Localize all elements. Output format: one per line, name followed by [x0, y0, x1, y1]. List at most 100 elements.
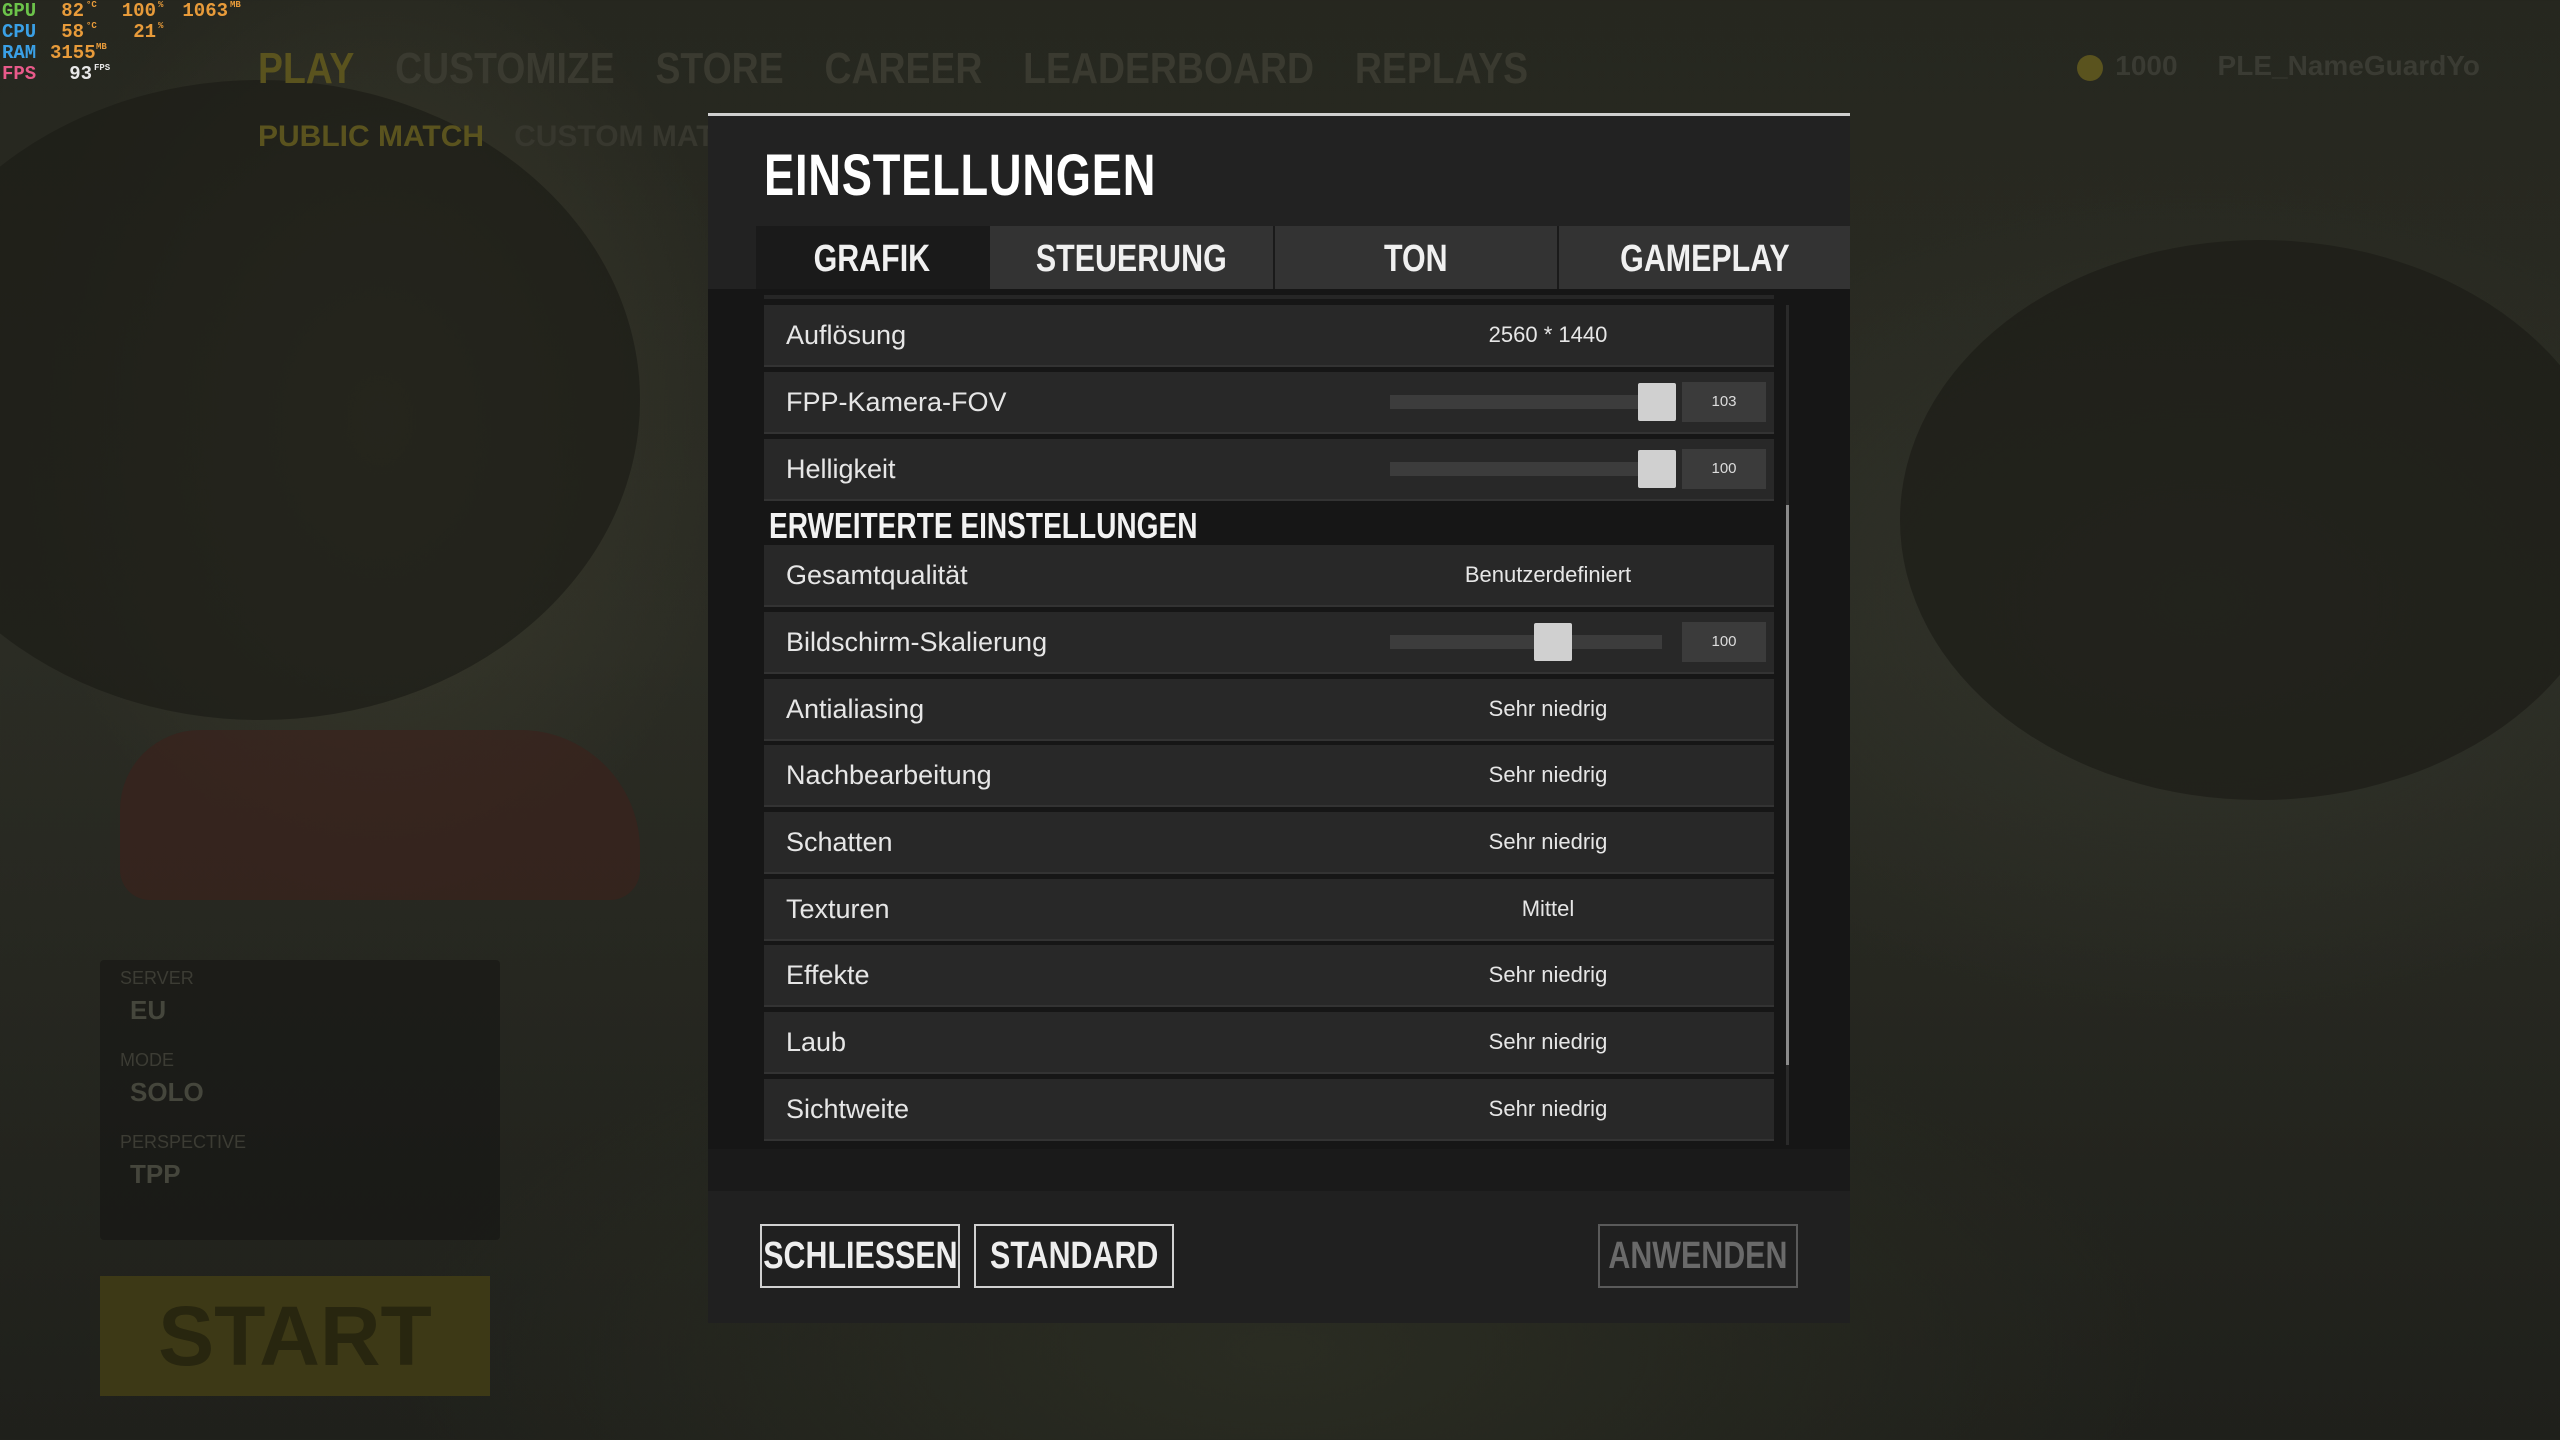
background-car	[120, 730, 640, 900]
tab-gameplay[interactable]: GAMEPLAY	[1559, 226, 1850, 292]
perspective-label: PERSPECTIVE	[120, 1132, 247, 1152]
hud-cpu-load-unit: %	[158, 21, 164, 31]
settings-tabs: GRAFIK STEUERUNG TON GAMEPLAY	[756, 226, 1850, 292]
fov-slider-knob[interactable]	[1637, 383, 1676, 421]
hud-cpu-temp-unit: °C	[86, 21, 97, 31]
antialiasing-selector[interactable]: Sehr niedrig	[1418, 679, 1678, 739]
effects-selector[interactable]: Sehr niedrig	[1418, 945, 1678, 1005]
subnav-public-match[interactable]: PUBLIC MATCH	[258, 120, 484, 154]
brightness-value-field[interactable]: 100	[1682, 449, 1766, 489]
setting-row-shadows: Schatten Sehr niedrig	[764, 812, 1774, 874]
hud-ram-value: 3155	[50, 42, 96, 64]
setting-label: Sichtweite	[786, 1094, 910, 1124]
dialog-footer: SCHLIESSEN STANDARD ANWENDEN	[708, 1191, 1850, 1323]
setting-row-postprocessing: Nachbearbeitung Sehr niedrig	[764, 745, 1774, 807]
hud-gpu-mem: 1063	[182, 0, 228, 22]
account-area: 1000 PLE_NameGuardYo	[2077, 50, 2480, 82]
coin-icon	[2077, 54, 2104, 81]
nav-customize[interactable]: CUSTOMIZE	[395, 44, 615, 94]
textures-selector[interactable]: Mittel	[1418, 879, 1678, 939]
hud-ram-label: RAM	[2, 42, 37, 64]
setting-label: Antialiasing	[786, 694, 925, 724]
screen-scale-slider[interactable]	[1390, 623, 1662, 661]
setting-label: Bildschirm-Skalierung	[786, 627, 1048, 657]
hud-gpu-row: GPU 82 °C 100 % 1063 MB	[2, 0, 256, 22]
tab-grafik[interactable]: GRAFIK	[756, 226, 990, 292]
view-distance-selector[interactable]: Sehr niedrig	[1418, 1079, 1678, 1139]
setting-label: Effekte	[786, 960, 870, 990]
setting-label: Auflösung	[786, 320, 907, 350]
close-button[interactable]: SCHLIESSEN	[760, 1224, 960, 1288]
hud-cpu-row: CPU 58 °C 21 %	[2, 21, 256, 43]
advanced-settings-heading: ERWEITERTE EINSTELLUNGEN	[769, 505, 1198, 546]
scrollbar-thumb[interactable]	[1786, 505, 1789, 1065]
setting-row-resolution: Auflösung 2560 * 1440	[764, 305, 1774, 367]
setting-label: Helligkeit	[786, 454, 896, 484]
start-button[interactable]: START	[100, 1276, 490, 1396]
server-value[interactable]: EU	[100, 989, 500, 1042]
hud-gpu-load: 100	[121, 0, 156, 22]
hud-fps-row: FPS 93 FPS	[2, 63, 256, 85]
hud-fps-unit: FPS	[94, 63, 111, 73]
tab-steuerung[interactable]: STEUERUNG	[990, 226, 1275, 292]
background-tree	[1900, 240, 2560, 800]
fov-value-field[interactable]: 103	[1682, 382, 1766, 422]
hud-ram-unit: MB	[96, 42, 107, 52]
tab-ton[interactable]: TON	[1275, 226, 1559, 292]
hud-gpu-load-unit: %	[158, 0, 164, 10]
perspective-value[interactable]: TPP	[100, 1153, 500, 1206]
apply-button[interactable]: ANWENDEN	[1598, 1224, 1798, 1288]
hud-gpu-temp-unit: °C	[86, 0, 97, 10]
nav-career[interactable]: CAREER	[824, 44, 982, 94]
setting-row-brightness: Helligkeit 100	[764, 439, 1774, 501]
player-name: PLE_NameGuardYo	[2217, 50, 2480, 81]
main-nav: PLAY CUSTOMIZE STORE CAREER LEADERBOARD …	[258, 44, 1528, 94]
bp-balance: 1000	[2077, 50, 2178, 82]
shadows-selector[interactable]: Sehr niedrig	[1418, 812, 1678, 872]
setting-row-effects: Effekte Sehr niedrig	[764, 945, 1774, 1007]
setting-row-antialiasing: Antialiasing Sehr niedrig	[764, 679, 1774, 741]
screen-scale-slider-knob[interactable]	[1534, 623, 1573, 661]
hud-cpu-label: CPU	[2, 21, 37, 43]
nav-leaderboard[interactable]: LEADERBOARD	[1023, 44, 1314, 94]
overall-quality-selector[interactable]: Benutzerdefiniert	[1418, 545, 1678, 605]
background-tree	[0, 80, 640, 720]
brightness-slider[interactable]	[1390, 450, 1676, 488]
setting-row-foliage: Laub Sehr niedrig	[764, 1012, 1774, 1074]
server-label: SERVER	[120, 968, 194, 988]
screen-scale-value-field[interactable]: 100	[1682, 622, 1766, 662]
hud-cpu-load: 21	[133, 21, 156, 43]
setting-label: FPP-Kamera-FOV	[786, 387, 1007, 417]
foliage-selector[interactable]: Sehr niedrig	[1418, 1012, 1678, 1072]
hud-ram-row: RAM 3155 MB	[2, 42, 256, 64]
setting-row-fov: FPP-Kamera-FOV 103	[764, 372, 1774, 434]
setting-row-view-distance: Sichtweite Sehr niedrig	[764, 1079, 1774, 1141]
resolution-selector[interactable]: 2560 * 1440	[1418, 305, 1678, 365]
setting-row-textures: Texturen Mittel	[764, 879, 1774, 941]
settings-list: Auflösung 2560 * 1440 FPP-Kamera-FOV 103…	[708, 289, 1850, 1149]
match-options-panel: SERVER EU MODE SOLO PERSPECTIVE TPP	[100, 960, 500, 1240]
setting-label: Texturen	[786, 894, 890, 924]
hud-cpu-temp: 58	[61, 21, 84, 43]
hud-gpu-label: GPU	[2, 0, 37, 22]
sub-nav: PUBLIC MATCH CUSTOM MATCH	[258, 120, 758, 154]
hud-gpu-temp: 82	[61, 0, 84, 22]
hud-fps-label: FPS	[2, 63, 37, 85]
hud-gpu-mem-unit: MB	[230, 0, 241, 10]
setting-label: Nachbearbeitung	[786, 760, 992, 790]
hud-fps-value: 93	[69, 63, 92, 85]
postprocessing-selector[interactable]: Sehr niedrig	[1418, 745, 1678, 805]
fov-slider[interactable]	[1390, 383, 1676, 421]
brightness-slider-knob[interactable]	[1637, 450, 1676, 488]
mode-value[interactable]: SOLO	[100, 1071, 500, 1124]
list-top-edge	[764, 295, 1774, 299]
dialog-title: EINSTELLUNGEN	[764, 143, 1157, 208]
setting-label: Laub	[786, 1027, 847, 1057]
nav-play[interactable]: PLAY	[258, 44, 354, 94]
setting-row-overall-quality: Gesamtqualität Benutzerdefiniert	[764, 545, 1774, 607]
default-button[interactable]: STANDARD	[974, 1224, 1174, 1288]
nav-replays[interactable]: REPLAYS	[1355, 44, 1528, 94]
performance-overlay: GPU 82 °C 100 % 1063 MB CPU 58 °C 21 % R…	[2, 0, 256, 85]
nav-store[interactable]: STORE	[655, 44, 783, 94]
setting-label: Schatten	[786, 827, 893, 857]
